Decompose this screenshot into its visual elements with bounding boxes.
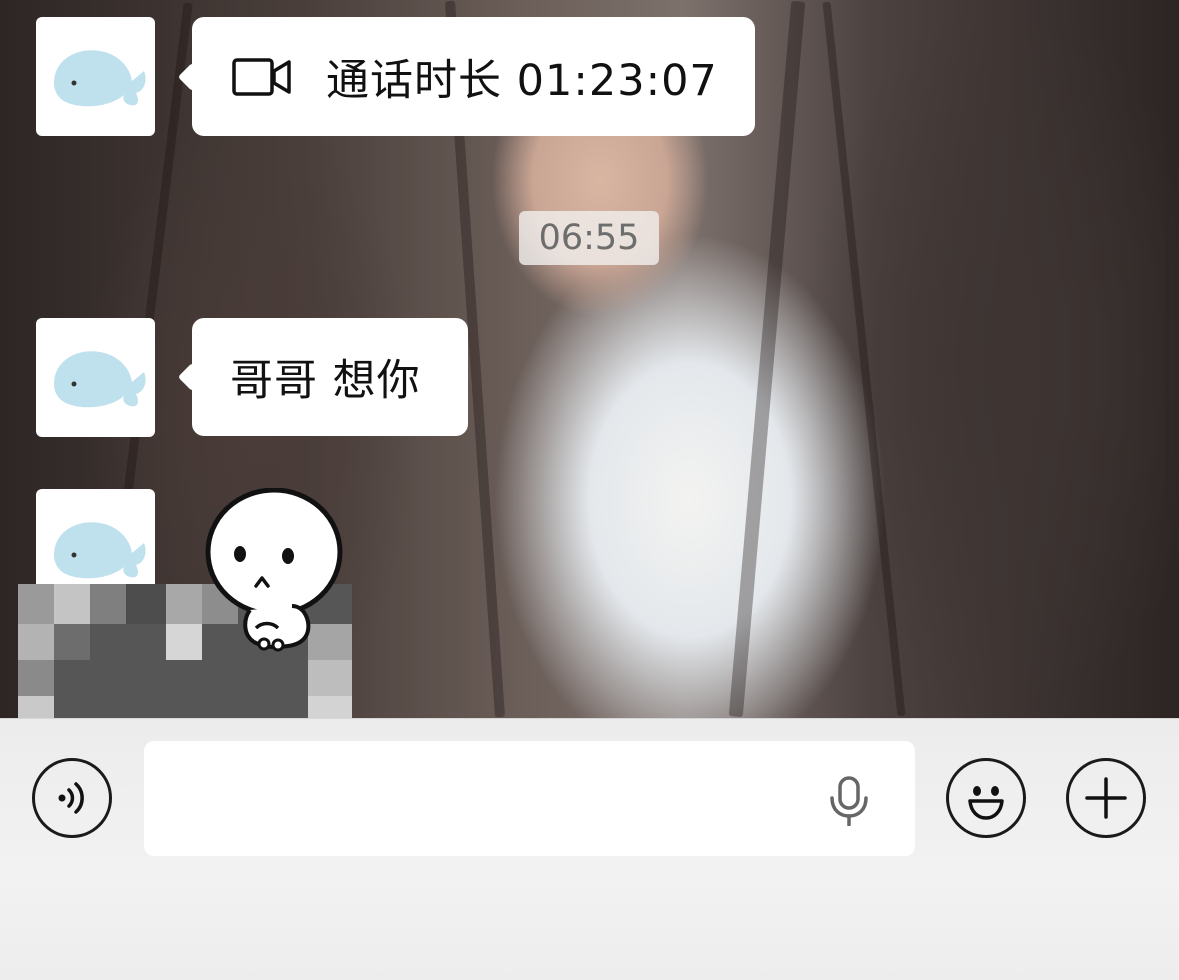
- microphone-icon[interactable]: [826, 776, 872, 826]
- message-input[interactable]: [164, 741, 804, 856]
- message-timestamp: 06:55: [519, 211, 659, 265]
- chat-message-list[interactable]: 通话时长 01:23:07 06:55 哥哥 想你: [0, 0, 1179, 718]
- message-input-bar: [0, 718, 1179, 980]
- message-text-field[interactable]: [144, 741, 915, 856]
- message-text: 哥哥 想你: [230, 356, 421, 406]
- chat-screen: 通话时长 01:23:07 06:55 哥哥 想你: [0, 0, 1179, 980]
- contact-avatar[interactable]: [36, 17, 155, 136]
- wallpaper-detail: [822, 1, 906, 717]
- whale-icon: [53, 521, 146, 578]
- more-options-button[interactable]: [1066, 758, 1146, 838]
- whale-icon: [53, 49, 146, 106]
- scroll-indicator[interactable]: [1165, 0, 1169, 520]
- text-message-bubble[interactable]: 哥哥 想你: [192, 318, 468, 436]
- video-camera-icon: [232, 57, 291, 96]
- plus-icon: [1085, 777, 1127, 819]
- call-duration-text: 通话时长 01:23:07: [326, 55, 718, 106]
- voice-icon: [58, 782, 84, 814]
- sitting-face-sticker[interactable]: [204, 487, 344, 654]
- whale-icon: [53, 350, 146, 407]
- video-call-message-bubble[interactable]: 通话时长 01:23:07: [192, 17, 755, 136]
- emoji-button[interactable]: [946, 758, 1026, 838]
- voice-mode-button[interactable]: [32, 758, 112, 838]
- contact-avatar[interactable]: [36, 318, 155, 437]
- smiley-icon: [968, 786, 1004, 820]
